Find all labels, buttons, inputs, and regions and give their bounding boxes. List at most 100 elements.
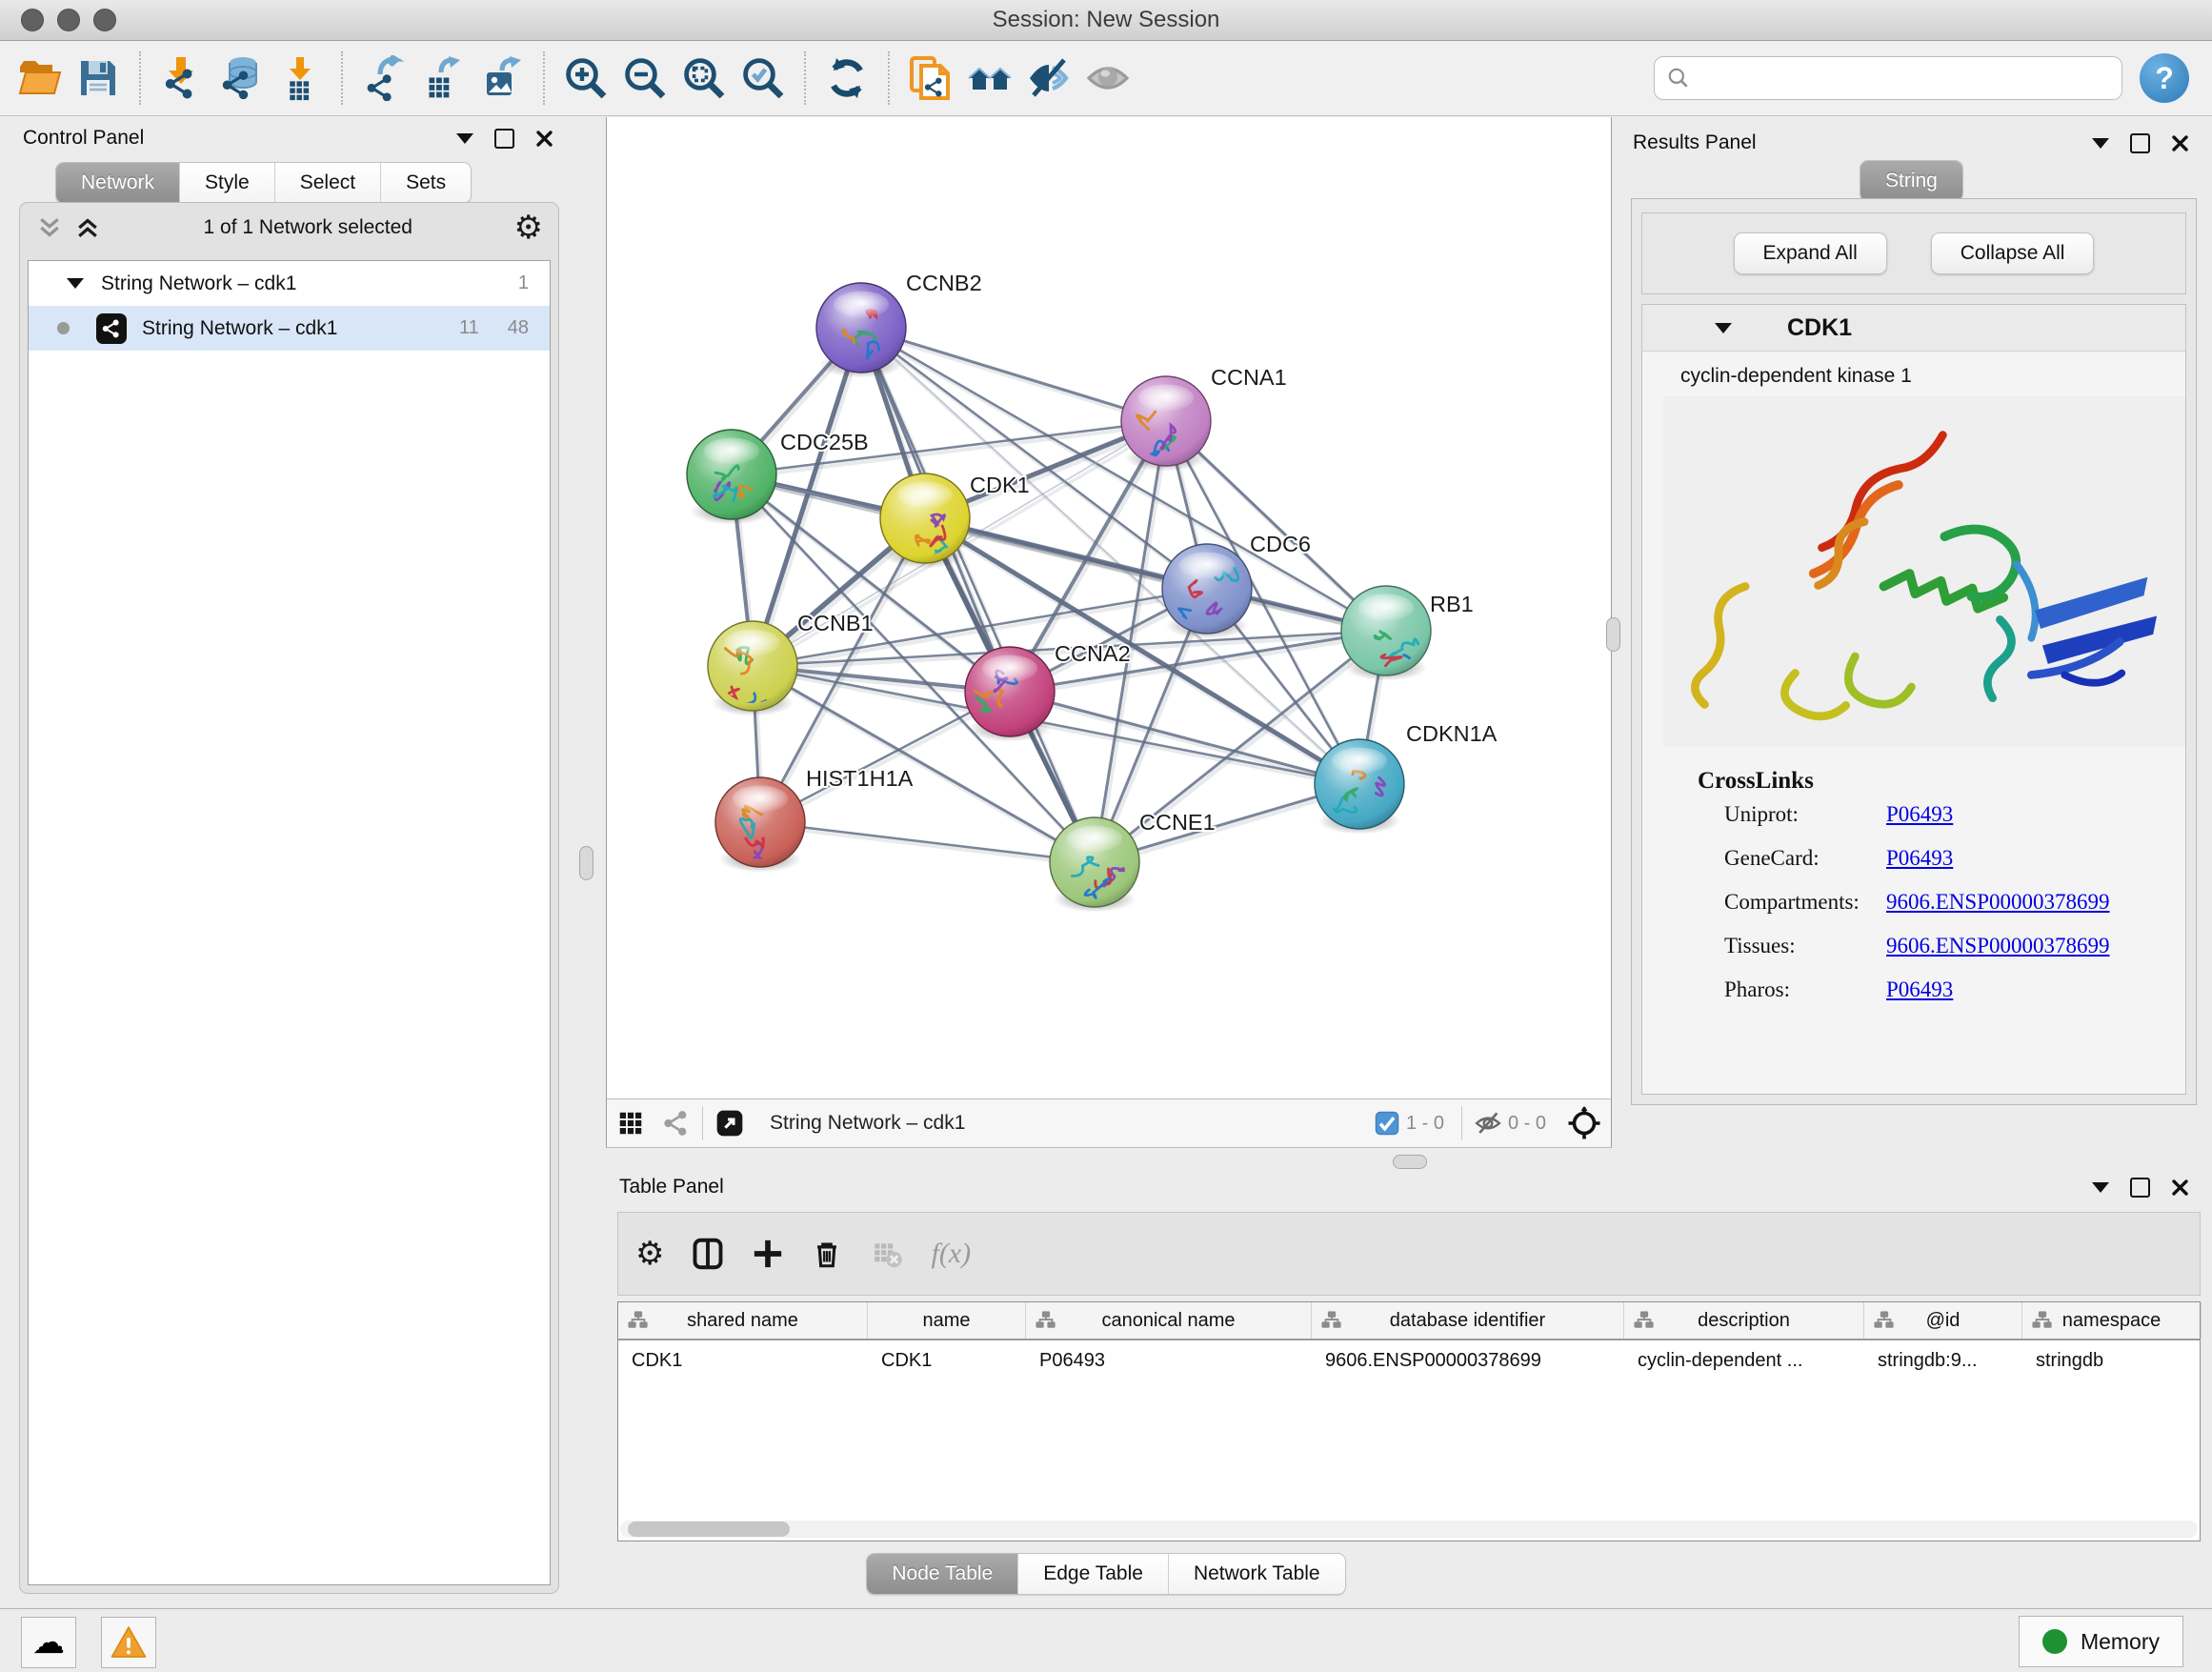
tab-node-table[interactable]: Node Table [867,1554,1017,1594]
export-network-button[interactable] [354,49,413,108]
zoom-selected-button[interactable] [734,49,793,108]
tab-sets[interactable]: Sets [380,163,471,203]
column-header-name[interactable]: name [868,1302,1026,1339]
tree-expand-icon[interactable] [67,278,84,289]
network-node-ccna2[interactable] [965,647,1055,742]
network-graph[interactable]: CCNB2CCNA1CDC25BCDK1CDC6RB1CCNB1CCNA2CDK… [607,117,1611,1097]
home-button[interactable] [960,49,1019,108]
memory-button[interactable]: Memory [2019,1616,2183,1667]
tab-string[interactable]: String [1860,161,1962,201]
table-row[interactable]: CDK1CDK1P064939606.ENSP00000378699cyclin… [618,1340,2200,1380]
import-network-from-database-button[interactable] [211,49,271,108]
refresh-button[interactable] [817,49,876,108]
network-canvas[interactable]: CCNB2CCNA1CDC25BCDK1CDC6RB1CCNB1CCNA2CDK… [606,117,1612,1098]
help-button[interactable]: ? [2140,53,2189,103]
collapse-all-button[interactable]: Collapse All [1931,232,2095,274]
panel-menu-icon[interactable] [2092,138,2109,149]
zoom-in-button[interactable] [556,49,615,108]
column-header-namespace[interactable]: namespace [2022,1302,2202,1339]
function-builder-icon: f(x) [931,1238,971,1270]
network-node-ccnb2[interactable] [816,283,906,378]
delete-column-icon[interactable] [811,1238,843,1270]
column-header-canonical-name[interactable]: canonical name [1026,1302,1312,1339]
horizontal-scrollbar[interactable] [620,1521,2198,1538]
tab-select[interactable]: Select [274,163,380,203]
export-image-button[interactable] [473,49,532,108]
column-header-database-identifier[interactable]: database identifier [1312,1302,1624,1339]
node-label-cdkn1a: CDKN1A [1406,721,1498,746]
zoom-out-button[interactable] [615,49,674,108]
panel-menu-icon[interactable] [2092,1182,2109,1193]
open-session-button[interactable] [10,49,69,108]
tab-edge-table[interactable]: Edge Table [1017,1554,1168,1594]
tab-network-table[interactable]: Network Table [1168,1554,1345,1594]
table-options-gear-icon[interactable]: ⚙ [635,1238,664,1270]
splitter-handle[interactable] [1393,1155,1427,1169]
network-node-ccna1[interactable] [1121,376,1211,472]
search-icon [1666,66,1691,91]
close-panel-icon[interactable] [535,130,553,148]
close-panel-icon[interactable] [2171,134,2189,152]
search-input[interactable] [1700,67,2110,91]
network-edge[interactable] [760,822,1095,862]
network-row[interactable]: String Network – cdk1 11 48 [29,306,550,351]
export-table-button[interactable] [413,49,473,108]
expand-all-icon[interactable] [73,213,102,242]
import-table-button[interactable] [271,49,330,108]
grid-view-icon[interactable] [616,1109,645,1138]
expand-all-button[interactable]: Expand All [1734,232,1887,274]
network-overview-icon[interactable] [662,1109,691,1138]
show-columns-icon[interactable] [691,1237,725,1271]
table-tabs: Node Table Edge Table Network Table [0,1553,2212,1595]
column-header-shared-name[interactable]: shared name [618,1302,868,1339]
float-panel-icon[interactable] [2130,133,2150,153]
network-node-cdc25b[interactable] [687,430,776,525]
crosslink-link[interactable]: 9606.ENSP00000378699 [1886,890,2110,915]
network-node-ccne1[interactable] [1050,817,1139,913]
import-network-button[interactable] [152,49,211,108]
network-edge[interactable] [861,328,1166,421]
crosslink-link[interactable]: P06493 [1886,846,1953,871]
network-options-gear-icon[interactable]: ⚙ [514,212,543,244]
cloud-status-button[interactable]: ☁ [21,1617,76,1668]
network-node-rb1[interactable] [1341,586,1431,681]
splitter-handle[interactable] [579,846,593,880]
crosslink-row: Compartments:9606.ENSP00000378699 [1724,890,2110,915]
zoom-selected-icon [740,55,786,101]
selected-checkbox-icon[interactable] [1374,1110,1400,1137]
panel-menu-icon[interactable] [456,133,473,144]
tab-style[interactable]: Style [179,163,274,203]
hidden-eye-slash-icon[interactable] [1474,1109,1502,1138]
close-panel-icon[interactable] [2171,1178,2189,1197]
section-collapse-icon[interactable] [1715,323,1732,333]
splitter-handle[interactable] [1606,617,1620,652]
column-header-description[interactable]: description [1624,1302,1864,1339]
float-panel-icon[interactable] [2130,1178,2150,1198]
node-label-cdc6: CDC6 [1250,532,1311,556]
fit-content-crosshair-icon[interactable] [1567,1106,1601,1140]
network-node-cdk1[interactable] [880,473,970,569]
network-node-cdkn1a[interactable] [1315,739,1404,835]
show-graphics-details-button[interactable] [1078,49,1137,108]
zoom-in-icon [563,55,609,101]
scrollbar-thumb[interactable] [628,1521,790,1537]
crosslink-link[interactable]: 9606.ENSP00000378699 [1886,934,2110,958]
crosslink-link[interactable]: P06493 [1886,977,1953,1002]
network-collection-row[interactable]: String Network – cdk1 1 [29,261,550,306]
network-node-hist1h1a[interactable] [715,777,805,873]
network-node-ccnb1[interactable] [708,621,797,716]
collapse-all-icon[interactable] [35,213,64,242]
warnings-button[interactable] [101,1617,156,1668]
hide-graphics-details-button[interactable] [1019,49,1078,108]
birdseye-view-icon[interactable] [714,1108,745,1138]
float-panel-icon[interactable] [494,129,514,149]
zoom-fit-button[interactable] [674,49,734,108]
gene-section-header[interactable]: CDK1 [1642,305,2185,352]
export-to-web-button[interactable] [901,49,960,108]
add-column-icon[interactable] [752,1238,784,1270]
save-session-button[interactable] [69,49,128,108]
column-header--id[interactable]: @id [1864,1302,2022,1339]
crosslink-link[interactable]: P06493 [1886,802,1953,827]
tab-network[interactable]: Network [56,163,179,203]
network-node-cdc6[interactable] [1162,544,1252,639]
